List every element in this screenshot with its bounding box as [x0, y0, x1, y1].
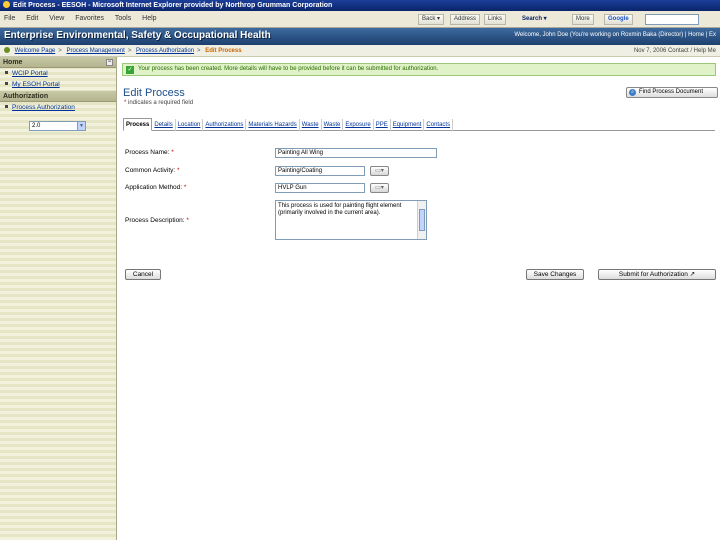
chevron-down-icon[interactable]: ▼	[77, 122, 85, 130]
back-button[interactable]: Back ▾	[418, 14, 445, 25]
sidebar-item-esoh-portal[interactable]: My ESOH Portal	[0, 79, 116, 90]
tab-bar: Process Details Location Authorizations Mate…	[123, 118, 715, 131]
application-method-label: Application Method: *	[125, 184, 187, 191]
sidebar-item-wcip-portal[interactable]: WCIP Portal	[0, 68, 116, 79]
tab-exposure[interactable]: Exposure	[343, 119, 374, 131]
window-title: Edit Process - EESOH - Microsoft Interne…	[13, 2, 333, 9]
breadcrumb-process-management[interactable]: Process Management	[66, 48, 124, 54]
process-name-input[interactable]: Painting All Wing	[275, 148, 437, 158]
menu-view[interactable]: View	[49, 15, 64, 22]
folder-icon: ▭	[375, 185, 381, 191]
menu-file[interactable]: File	[4, 15, 15, 22]
tab-materials-hazards[interactable]: Materials Hazards	[246, 119, 300, 131]
menu-help[interactable]: Help	[142, 15, 156, 22]
application-method-input[interactable]: HVLP Gun	[275, 183, 365, 193]
tab-contacts[interactable]: Contacts	[424, 119, 454, 131]
tab-equipment[interactable]: Equipment	[391, 119, 425, 131]
tab-ppe[interactable]: PPE	[374, 119, 391, 131]
tab-waste-2[interactable]: Waste	[322, 119, 344, 131]
breadcrumb-current: Edit Process	[205, 48, 242, 54]
common-activity-input[interactable]: Painting/Coating	[275, 166, 365, 176]
main-content: ✓ Your process has been created. More det…	[118, 57, 720, 540]
user-info[interactable]: Welcome, John Doe (You're working on Rox…	[514, 32, 716, 38]
bullet-icon	[5, 105, 8, 108]
menu-edit[interactable]: Edit	[26, 15, 38, 22]
process-name-label: Process Name: *	[125, 149, 174, 156]
find-process-document-button[interactable]: ⌕ Find Process Document	[626, 87, 718, 98]
search-label: Search	[522, 16, 543, 22]
sidebar-authorization-heading: Authorization	[0, 91, 116, 102]
google-search-input[interactable]	[645, 14, 699, 25]
links-button[interactable]: Links	[484, 14, 507, 25]
process-description-label: Process Description: *	[125, 217, 189, 224]
breadcrumb-process-authorization[interactable]: Process Authorization	[136, 48, 194, 54]
breadcrumb-welcome[interactable]: Welcome Page	[15, 48, 56, 54]
ie-logo-icon	[3, 1, 10, 8]
breadcrumb: Welcome Page > Process Management > Proces…	[0, 45, 720, 57]
date-info: Nov 7, 2006 Contact / Help Me	[633, 48, 716, 54]
textarea-scrollbar[interactable]	[417, 201, 426, 239]
tab-location[interactable]: Location	[176, 119, 204, 131]
sidebar-version-select[interactable]: 2.0 ▼	[29, 121, 86, 131]
menu-favorites[interactable]: Favorites	[75, 15, 104, 22]
bullet-icon	[5, 71, 8, 74]
success-message: ✓ Your process has been created. More det…	[122, 63, 716, 76]
more-button[interactable]: More	[572, 14, 594, 25]
scrollbar-thumb[interactable]	[419, 209, 425, 231]
sidebar-item-process-authorization[interactable]: Process Authorization	[0, 102, 116, 113]
application-method-lookup-button[interactable]: ▭▾	[370, 183, 389, 193]
app-header: Enterprise Environmental, Safety & Occup…	[0, 28, 720, 45]
common-activity-lookup-button[interactable]: ▭▾	[370, 166, 389, 176]
page-title: Edit Process	[123, 87, 185, 99]
save-changes-button[interactable]: Save Changes	[526, 269, 584, 280]
common-activity-label: Common Activity: *	[125, 167, 180, 174]
browser-toolbar: File Edit View Favorites Tools Help Back…	[0, 11, 720, 28]
app-title: Enterprise Environmental, Safety & Occup…	[4, 30, 271, 41]
back-arrow-icon[interactable]	[4, 47, 10, 53]
menu-tools[interactable]: Tools	[115, 15, 131, 22]
submit-for-authorization-button[interactable]: Submit for Authorization ↗	[598, 269, 716, 280]
tab-authorizations[interactable]: Authorizations	[203, 119, 247, 131]
menu-bar: File Edit View Favorites Tools Help	[4, 15, 166, 22]
check-icon: ✓	[126, 66, 134, 74]
sidebar: Home − WCIP Portal My ESOH Portal Author…	[0, 57, 117, 540]
address-button[interactable]: Address	[450, 14, 481, 25]
bullet-icon	[5, 82, 8, 85]
search-toolbar-brand[interactable]: Search ▾	[522, 14, 547, 25]
collapse-icon[interactable]: −	[106, 59, 113, 66]
tab-waste-1[interactable]: Waste	[300, 119, 322, 131]
folder-icon: ▭	[375, 168, 381, 174]
sidebar-home-heading: Home −	[0, 57, 116, 68]
window-title-bar: Edit Process - EESOH - Microsoft Interne…	[0, 0, 720, 11]
magnifier-icon: ⌕	[629, 89, 636, 96]
tab-details[interactable]: Details	[152, 119, 176, 131]
google-toolbar-label[interactable]: Google	[604, 14, 633, 25]
breadcrumb-separator: >	[58, 48, 62, 54]
breadcrumb-separator: >	[197, 48, 201, 54]
cancel-button[interactable]: Cancel	[125, 269, 161, 280]
process-description-textarea[interactable]: This process is used for painting flight…	[275, 200, 427, 240]
breadcrumb-separator: >	[127, 48, 132, 54]
required-note: * indicates a required field	[124, 100, 194, 106]
tab-process[interactable]: Process	[123, 118, 153, 131]
